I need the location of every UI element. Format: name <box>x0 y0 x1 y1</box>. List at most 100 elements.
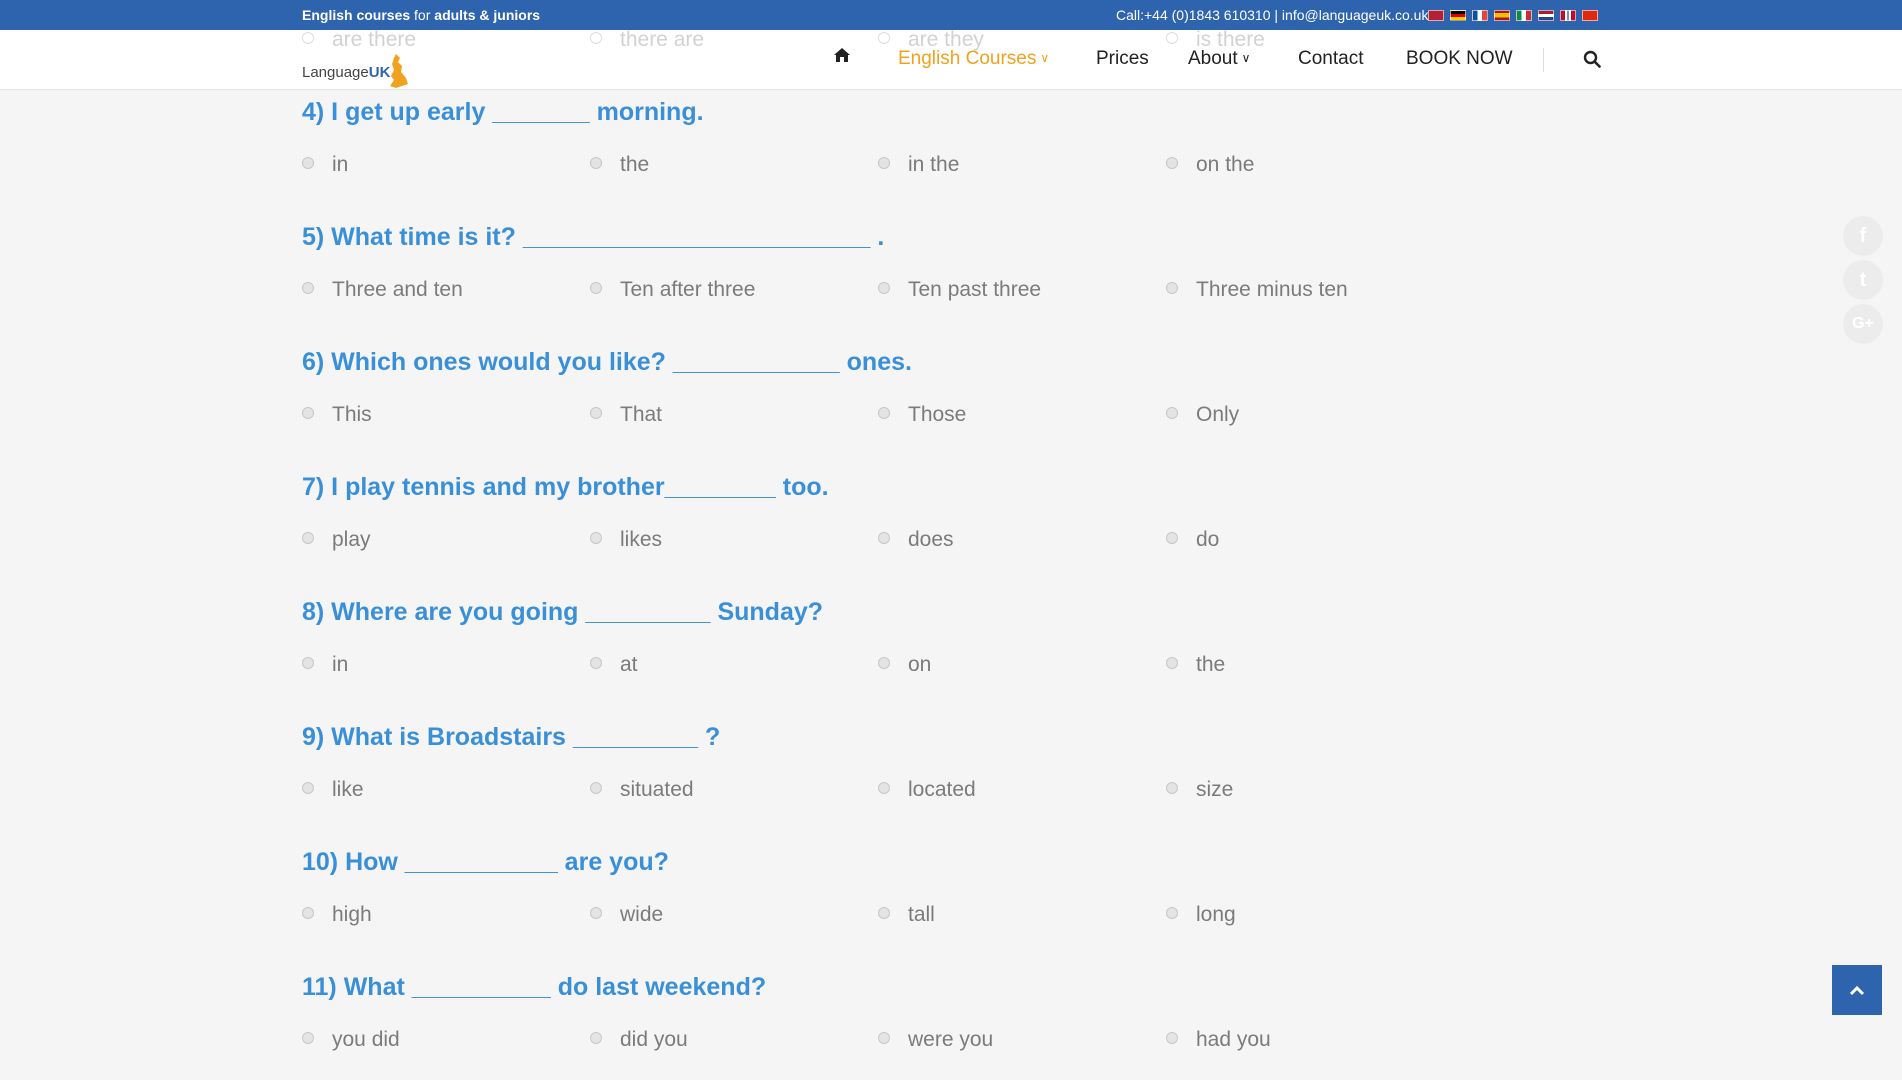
option-10b[interactable]: wide <box>590 903 663 927</box>
radio-button[interactable] <box>302 282 314 294</box>
search-icon[interactable] <box>1583 50 1601 74</box>
option-6b[interactable]: That <box>590 403 662 427</box>
no-flag-icon[interactable] <box>1560 10 1576 21</box>
nav-prices[interactable]: Prices <box>1096 48 1149 70</box>
option-6c[interactable]: Those <box>878 403 966 427</box>
radio-button[interactable] <box>878 157 890 169</box>
radio-button[interactable] <box>878 282 890 294</box>
tagline-for: for <box>410 7 435 23</box>
option-7b[interactable]: likes <box>590 528 662 552</box>
radio-button[interactable] <box>590 657 602 669</box>
option-4c[interactable]: in the <box>878 153 959 177</box>
home-icon[interactable] <box>833 46 851 70</box>
radio-button[interactable] <box>302 782 314 794</box>
question-8: 8) Where are you going _________ Sunday? <box>302 598 824 626</box>
nl-flag-icon[interactable] <box>1538 10 1554 21</box>
de-flag-icon[interactable] <box>1450 10 1466 21</box>
radio-button[interactable] <box>1166 407 1178 419</box>
option-5a[interactable]: Three and ten <box>302 278 463 302</box>
facebook-icon[interactable]: f <box>1843 216 1883 256</box>
uk-map-icon <box>390 54 408 88</box>
tagline-audience: adults & juniors <box>434 7 541 23</box>
radio-button[interactable] <box>1166 657 1178 669</box>
option-11b[interactable]: did you <box>590 1028 688 1052</box>
radio-button[interactable] <box>1166 907 1178 919</box>
fr-flag-icon[interactable] <box>1472 10 1488 21</box>
option-6d[interactable]: Only <box>1166 403 1239 427</box>
question-11: 11) What __________ do last weekend? <box>302 973 767 1001</box>
tagline-courses: English courses <box>302 7 411 23</box>
option-7c[interactable]: does <box>878 528 954 552</box>
radio-button[interactable] <box>302 1032 314 1044</box>
radio-button[interactable] <box>590 157 602 169</box>
option-9b[interactable]: situated <box>590 778 694 802</box>
option-5d[interactable]: Three minus ten <box>1166 278 1348 302</box>
radio-button[interactable] <box>878 1032 890 1044</box>
back-to-top-button[interactable] <box>1832 965 1882 1015</box>
nav-english-courses[interactable]: English Courses ∨ <box>898 48 1049 70</box>
option-4a[interactable]: in <box>302 153 348 177</box>
option-7d[interactable]: do <box>1166 528 1219 552</box>
google-plus-icon[interactable]: G+ <box>1843 304 1883 344</box>
radio-button[interactable] <box>302 532 314 544</box>
radio-button[interactable] <box>302 157 314 169</box>
option-11d[interactable]: had you <box>1166 1028 1271 1052</box>
radio-button[interactable] <box>302 907 314 919</box>
contact-info[interactable]: Call:+44 (0)1843 610310 | info@languageu… <box>1116 7 1428 23</box>
it-flag-icon[interactable] <box>1516 10 1532 21</box>
radio-button[interactable] <box>302 657 314 669</box>
option-8b[interactable]: at <box>590 653 638 677</box>
option-4d[interactable]: on the <box>1166 153 1254 177</box>
nav-about[interactable]: About ∨ <box>1188 48 1250 70</box>
option-7a[interactable]: play <box>302 528 371 552</box>
option-10c[interactable]: tall <box>878 903 935 927</box>
radio-button[interactable] <box>590 907 602 919</box>
question-10: 10) How ___________ are you? <box>302 848 669 876</box>
cn-flag-icon[interactable] <box>1582 10 1598 21</box>
option-10a[interactable]: high <box>302 903 372 927</box>
es-flag-icon[interactable] <box>1494 10 1510 21</box>
radio-button[interactable] <box>590 407 602 419</box>
radio-button[interactable] <box>590 1032 602 1044</box>
option-5b[interactable]: Ten after three <box>590 278 755 302</box>
radio-button[interactable] <box>878 407 890 419</box>
question-9: 9) What is Broadstairs _________ ? <box>302 723 721 751</box>
top-bar: English courses for adults & juniors Cal… <box>0 0 1902 30</box>
radio-button[interactable] <box>878 532 890 544</box>
option-6a[interactable]: This <box>302 403 372 427</box>
ghost-options-row: are there there are are they is there <box>0 28 1902 51</box>
tagline: English courses for adults & juniors <box>302 7 540 23</box>
option-9a[interactable]: like <box>302 778 364 802</box>
option-5c[interactable]: Ten past three <box>878 278 1041 302</box>
radio-button[interactable] <box>878 782 890 794</box>
option-8d[interactable]: the <box>1166 653 1225 677</box>
option-4b[interactable]: the <box>590 153 649 177</box>
radio-button[interactable] <box>878 907 890 919</box>
us-flag-icon[interactable] <box>1428 10 1444 21</box>
radio-button[interactable] <box>1166 157 1178 169</box>
radio-button[interactable] <box>302 407 314 419</box>
question-7: 7) I play tennis and my brother________ … <box>302 473 829 501</box>
radio-button[interactable] <box>1166 532 1178 544</box>
radio-button[interactable] <box>590 282 602 294</box>
radio-button[interactable] <box>1166 1032 1178 1044</box>
option-9c[interactable]: located <box>878 778 976 802</box>
chevron-up-icon <box>1849 985 1865 996</box>
option-8c[interactable]: on <box>878 653 931 677</box>
nav-divider <box>1543 48 1544 72</box>
logo-text: LanguageUK <box>302 64 391 81</box>
site-logo[interactable]: LanguageUK <box>302 52 422 92</box>
twitter-icon[interactable]: t <box>1843 260 1883 300</box>
nav-book-now[interactable]: BOOK NOW <box>1406 48 1513 70</box>
radio-button[interactable] <box>1166 282 1178 294</box>
option-8a[interactable]: in <box>302 653 348 677</box>
option-11a[interactable]: you did <box>302 1028 400 1052</box>
radio-button[interactable] <box>1166 782 1178 794</box>
option-9d[interactable]: size <box>1166 778 1233 802</box>
option-11c[interactable]: were you <box>878 1028 993 1052</box>
nav-contact[interactable]: Contact <box>1298 48 1363 70</box>
option-10d[interactable]: long <box>1166 903 1236 927</box>
radio-button[interactable] <box>590 532 602 544</box>
radio-button[interactable] <box>590 782 602 794</box>
radio-button[interactable] <box>878 657 890 669</box>
